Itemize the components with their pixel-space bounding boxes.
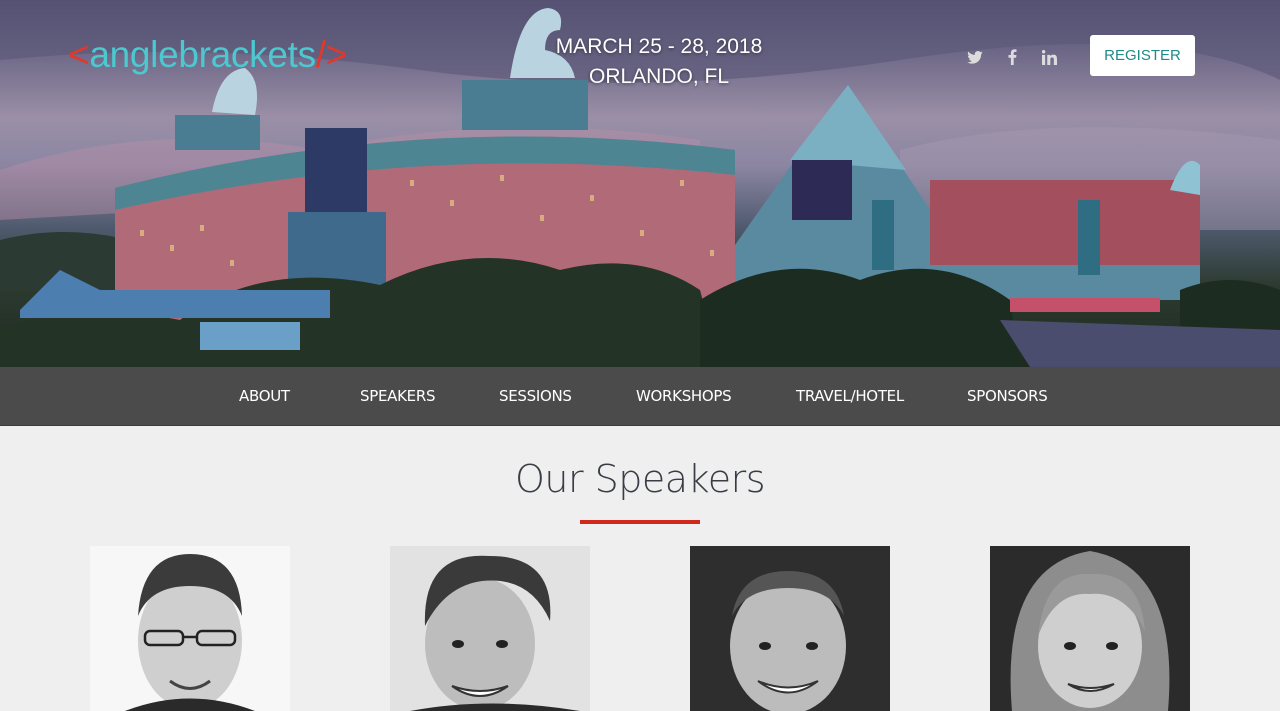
nav-item-sessions[interactable]: SESSIONS (499, 367, 572, 426)
site-logo[interactable]: <anglebrackets/> (68, 34, 347, 76)
logo-open-bracket: < (68, 34, 90, 75)
speaker-photo[interactable] (990, 546, 1190, 711)
nav-item-sponsors[interactable]: SPONSORS (967, 367, 1048, 426)
linkedin-link[interactable] (1038, 46, 1060, 68)
title-underline (580, 520, 700, 524)
facebook-link[interactable] (1001, 46, 1023, 68)
hero-banner: <anglebrackets/> MARCH 25 - 28, 2018 ORL… (0, 0, 1280, 367)
speaker-portrait (125, 554, 255, 711)
event-location: ORLANDO, FL (588, 65, 730, 88)
speaker-photo[interactable] (390, 546, 590, 711)
logo-name: anglebrackets (89, 34, 316, 75)
nav-item-travel-hotel[interactable]: TRAVEL/HOTEL (796, 367, 904, 426)
register-button[interactable]: REGISTER (1090, 35, 1195, 76)
section-title: Our Speakers (514, 457, 766, 501)
speaker-portrait (990, 546, 1190, 711)
twitter-link[interactable] (964, 46, 986, 68)
event-dates: MARCH 25 - 28, 2018 (555, 35, 763, 58)
speaker-photo[interactable] (690, 546, 890, 711)
speaker-photo[interactable] (90, 546, 290, 711)
twitter-icon (967, 50, 983, 64)
speaker-portrait (690, 546, 890, 711)
logo-close-bracket: /> (315, 34, 348, 75)
speaker-portrait (410, 555, 580, 711)
main-nav: ABOUT SPEAKERS SESSIONS WORKSHOPS TRAVEL… (0, 367, 1280, 426)
nav-item-workshops[interactable]: WORKSHOPS (636, 367, 732, 426)
nav-item-speakers[interactable]: SPEAKERS (360, 367, 435, 426)
nav-item-about[interactable]: ABOUT (239, 367, 290, 426)
event-info: MARCH 25 - 28, 2018 ORLANDO, FL (480, 32, 838, 92)
linkedin-icon (1041, 49, 1057, 65)
facebook-icon (1008, 49, 1016, 65)
